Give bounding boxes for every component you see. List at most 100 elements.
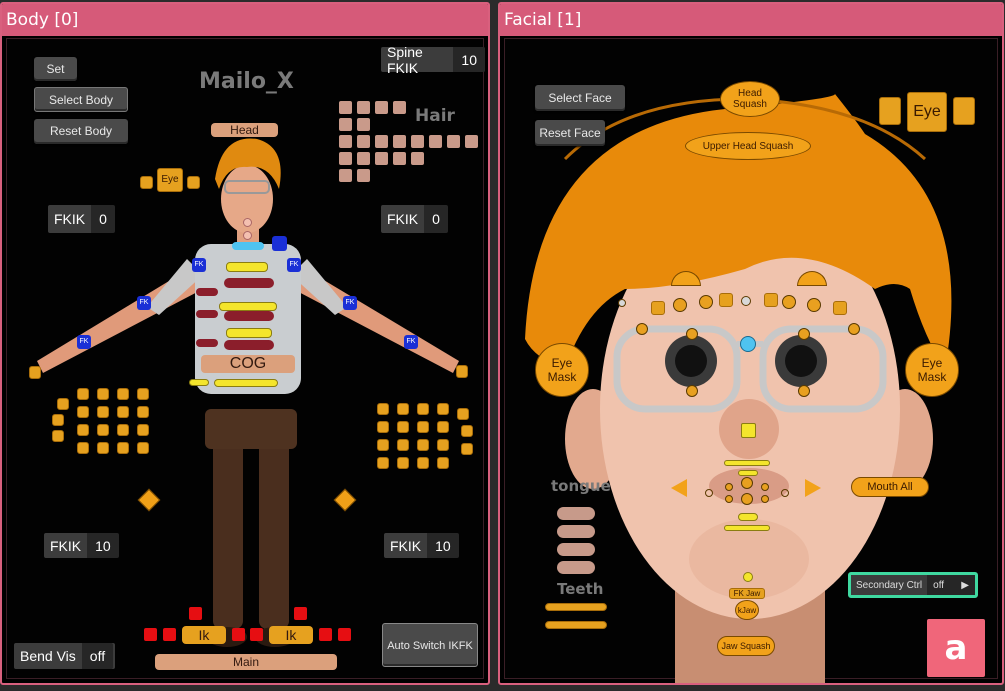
hair-control[interactable] [411,152,424,165]
hip-small-control[interactable] [189,379,209,386]
head-control[interactable]: Head [211,123,278,137]
hair-control[interactable] [339,169,352,182]
finger-control[interactable] [397,439,409,451]
auto-switch-ikfk-button[interactable]: Auto Switch IKFK [382,623,478,667]
head-squash-control[interactable]: Head Squash [720,81,780,117]
spine-fk-control-1[interactable] [224,278,274,288]
eye-main-control[interactable]: Eye [907,92,947,132]
finger-control[interactable] [377,439,389,451]
left-toe-control-2[interactable] [163,628,176,641]
select-body-button[interactable]: Select Body [34,87,128,112]
finger-control[interactable] [77,442,89,454]
spine-small-1[interactable] [196,288,218,296]
hair-control[interactable] [447,135,460,148]
finger-control[interactable] [97,424,109,436]
finger-control[interactable] [461,443,473,455]
nose-control[interactable] [741,423,756,438]
spine-control-3[interactable] [226,328,272,338]
eye-mask-left-control[interactable]: Eye Mask [535,343,589,397]
tongue-control-1[interactable] [557,507,595,520]
hair-control[interactable] [339,118,352,131]
fkik-right-leg-value[interactable]: 10 [427,533,459,558]
right-toe-control-2[interactable] [319,628,332,641]
left-brow-outer-control[interactable] [618,299,626,307]
finger-control[interactable] [437,439,449,451]
tongue-control-2[interactable] [557,525,595,538]
spine-fkik-field[interactable]: Spine FKIK 10 [381,44,485,76]
right-eye-lower-control[interactable] [798,385,810,397]
finger-control[interactable] [117,424,129,436]
hair-control[interactable] [393,135,406,148]
left-ik-control[interactable]: Ik [182,626,226,644]
spine-fk-control-3[interactable] [224,340,274,350]
hair-control[interactable] [429,135,442,148]
left-toe-control-1[interactable] [144,628,157,641]
spine-control-1[interactable] [226,262,268,272]
left-eye-upper-control[interactable] [686,328,698,340]
right-eye-outer-control[interactable] [848,323,860,335]
finger-control[interactable] [97,442,109,454]
hair-control[interactable] [357,118,370,131]
hair-control[interactable] [357,101,370,114]
mouth-upper-right-control[interactable] [761,483,769,491]
right-toe-control-1[interactable] [250,628,263,641]
finger-control[interactable] [137,388,149,400]
right-hand-control[interactable] [456,365,468,378]
spine-fkik-value[interactable]: 10 [453,47,485,72]
left-eye-lower-control[interactable] [686,385,698,397]
fk-right-wrist[interactable]: FK [404,335,418,349]
secondary-ctrl-value[interactable]: off [927,575,956,595]
eye-center-control[interactable] [740,336,756,352]
right-ik-control[interactable]: Ik [269,626,313,644]
finger-control[interactable] [97,388,109,400]
lower-teeth-control[interactable] [545,621,607,629]
fk-left-shoulder[interactable]: FK [192,258,206,272]
chest-top-control[interactable] [232,242,264,250]
fk-left-wrist[interactable]: FK [77,335,91,349]
left-eye-outer-control[interactable] [636,323,648,335]
hair-control[interactable] [357,135,370,148]
secondary-ctrl-field[interactable]: Secondary Ctrl off ▶ [848,572,978,598]
eye-right-small-control[interactable] [187,176,200,189]
right-brow-control-4[interactable] [833,301,847,315]
finger-control[interactable] [437,421,449,433]
finger-control[interactable] [117,388,129,400]
fk-right-elbow[interactable]: FK [343,296,357,310]
eye-mask-right-control[interactable]: Eye Mask [905,343,959,397]
secondary-ctrl-arrow-icon[interactable]: ▶ [955,575,975,595]
eye-control[interactable]: Eye [157,168,183,192]
right-brow-control-3[interactable] [807,298,821,312]
mouth-left-corner-control[interactable] [671,479,687,497]
finger-control[interactable] [437,457,449,469]
mouth-lower-right-control[interactable] [761,495,769,503]
finger-control[interactable] [52,430,64,442]
fkik-left-leg-field[interactable]: FKIK 10 [44,533,119,558]
finger-control[interactable] [117,406,129,418]
fkik-right-arm-field[interactable]: FKIK 0 [381,205,448,233]
fk-jaw-control[interactable]: FK Jaw [729,588,765,599]
fkik-right-leg-field[interactable]: FKIK 10 [384,533,459,558]
hair-control[interactable] [393,152,406,165]
finger-control[interactable] [397,421,409,433]
finger-control[interactable] [77,424,89,436]
left-heel-control[interactable] [189,607,202,620]
finger-control[interactable] [137,406,149,418]
select-face-button[interactable]: Select Face [535,85,625,111]
brow-center-control[interactable] [741,296,751,306]
reset-face-button[interactable]: Reset Face [535,120,605,146]
fkik-left-arm-field[interactable]: FKIK 0 [48,205,115,233]
left-brow-control-1[interactable] [651,301,665,315]
neck-lower-control[interactable] [243,231,252,240]
reset-body-button[interactable]: Reset Body [34,119,128,144]
mouth-upper-left-control[interactable] [725,483,733,491]
set-button[interactable]: Set [34,57,77,81]
mouth-all-control[interactable]: Mouth All [851,477,929,497]
k-jaw-control[interactable]: kJaw [735,600,759,620]
lower-lip-control-2[interactable] [724,525,770,531]
hip-control[interactable] [214,379,278,387]
eye-left-toggle[interactable] [879,97,901,125]
bend-vis-field[interactable]: Bend Vis off [14,643,115,669]
hair-control[interactable] [339,152,352,165]
mouth-right-point-control[interactable] [781,489,789,497]
hair-control[interactable] [357,169,370,182]
